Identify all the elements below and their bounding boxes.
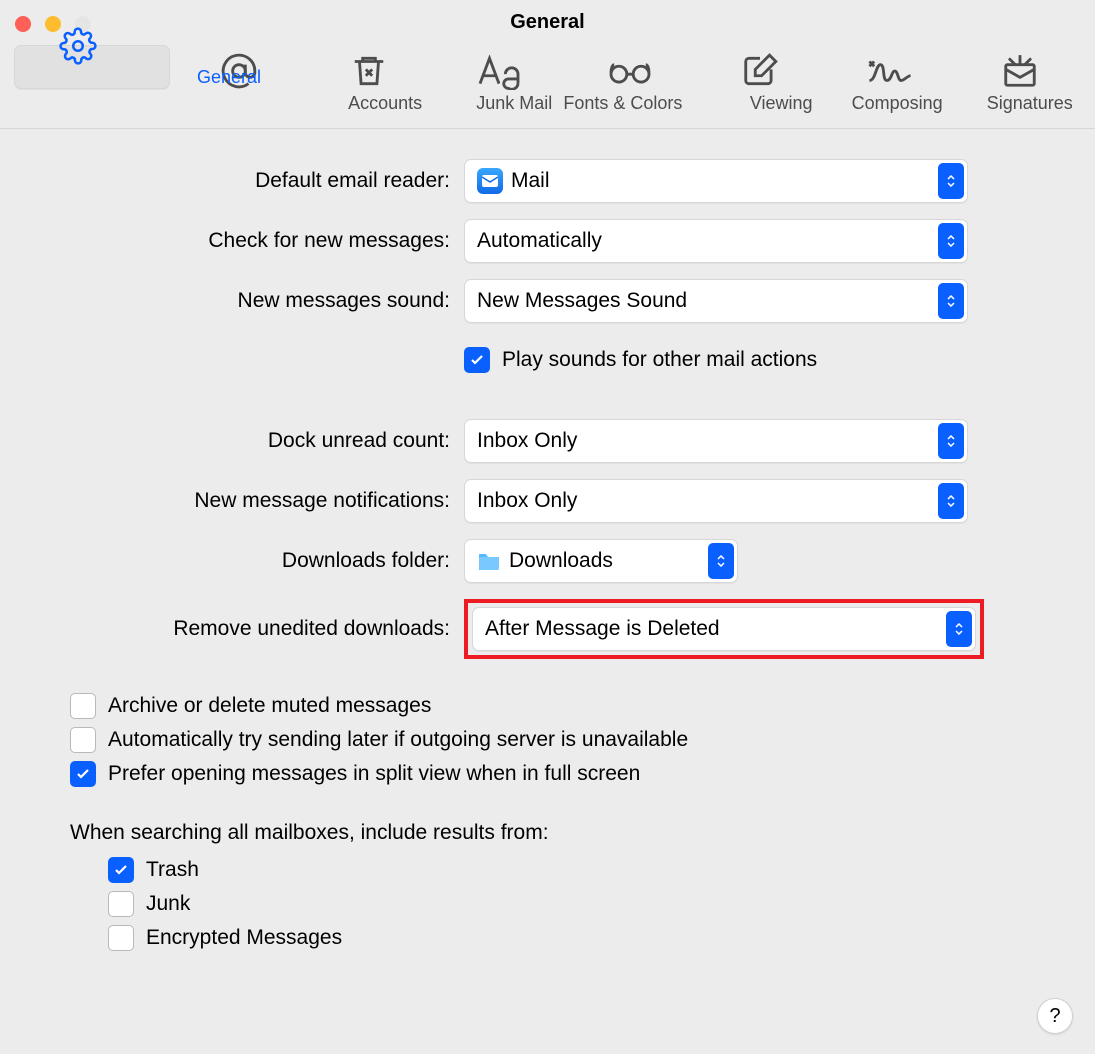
select-value: Inbox Only	[477, 489, 577, 513]
label-new-sound: New messages sound:	[70, 289, 464, 313]
chevron-up-down-icon	[938, 483, 964, 519]
help-button[interactable]: ?	[1037, 998, 1073, 1034]
label-check-new: Check for new messages:	[70, 229, 464, 253]
checkbox-split-view[interactable]: Prefer opening messages in split view wh…	[70, 761, 1025, 787]
chevron-up-down-icon	[938, 163, 964, 199]
tab-label: General	[0, 67, 275, 88]
tab-label: Rules	[823, 93, 1095, 114]
tab-general[interactable]: General	[14, 45, 170, 89]
label-remove-unedited: Remove unedited downloads:	[70, 617, 464, 641]
signature-icon	[865, 51, 915, 91]
checkbox-icon	[108, 891, 134, 917]
label-new-notif: New message notifications:	[70, 489, 464, 513]
checkbox-include-encrypted[interactable]: Encrypted Messages	[108, 925, 1025, 951]
checkbox-icon	[70, 761, 96, 787]
gear-icon	[59, 27, 97, 65]
preferences-window: General General Accounts Junk Mail Fonts…	[0, 0, 1095, 1054]
checkbox-label: Automatically try sending later if outgo…	[108, 728, 688, 752]
checkbox-icon	[70, 727, 96, 753]
close-window-button[interactable]	[15, 16, 31, 32]
window-title: General	[510, 11, 584, 34]
select-value: Inbox Only	[477, 429, 577, 453]
chevron-up-down-icon	[938, 283, 964, 319]
checkbox-label: Archive or delete muted messages	[108, 694, 431, 718]
checkbox-play-sounds[interactable]: Play sounds for other mail actions	[464, 347, 817, 373]
compose-icon	[741, 51, 779, 91]
label-default-reader: Default email reader:	[70, 169, 464, 193]
select-new-notif[interactable]: Inbox Only	[464, 479, 968, 523]
general-pane: Default email reader: Mail Check for new…	[0, 129, 1095, 979]
font-icon	[474, 51, 524, 91]
select-new-sound[interactable]: New Messages Sound	[464, 279, 968, 323]
chevron-up-down-icon	[938, 223, 964, 259]
checkbox-icon	[464, 347, 490, 373]
search-heading: When searching all mailboxes, include re…	[70, 821, 1025, 845]
checkbox-auto-retry[interactable]: Automatically try sending later if outgo…	[70, 727, 1025, 753]
preferences-toolbar: General Accounts Junk Mail Fonts & Color…	[0, 45, 1095, 129]
select-value: Downloads	[509, 549, 613, 573]
checkbox-archive-muted[interactable]: Archive or delete muted messages	[70, 693, 1025, 719]
chevron-up-down-icon	[946, 611, 972, 647]
select-dock-unread[interactable]: Inbox Only	[464, 419, 968, 463]
chevron-up-down-icon	[938, 423, 964, 459]
label-dock-unread: Dock unread count:	[70, 429, 464, 453]
select-value: After Message is Deleted	[485, 617, 720, 641]
checkbox-label: Trash	[146, 858, 199, 882]
select-value: Mail	[511, 169, 550, 193]
checkbox-label: Play sounds for other mail actions	[502, 348, 817, 372]
mail-app-icon	[477, 168, 503, 194]
select-value: New Messages Sound	[477, 289, 687, 313]
select-remove-unedited[interactable]: After Message is Deleted	[472, 607, 976, 651]
trash-x-icon	[350, 51, 388, 91]
tab-rules[interactable]: Rules	[959, 45, 1081, 118]
glasses-icon	[605, 51, 655, 91]
select-default-reader[interactable]: Mail	[464, 159, 968, 203]
checkbox-icon	[108, 857, 134, 883]
titlebar: General	[0, 0, 1095, 45]
rules-icon	[1001, 51, 1039, 91]
checkbox-label: Prefer opening messages in split view wh…	[108, 762, 640, 786]
select-downloads-folder[interactable]: Downloads	[464, 539, 738, 583]
select-value: Automatically	[477, 229, 602, 253]
label-downloads-folder: Downloads folder:	[70, 549, 464, 573]
checkbox-include-trash[interactable]: Trash	[108, 857, 1025, 883]
select-check-new[interactable]: Automatically	[464, 219, 968, 263]
chevron-up-down-icon	[708, 543, 734, 579]
checkbox-icon	[108, 925, 134, 951]
checkbox-icon	[70, 693, 96, 719]
folder-icon	[477, 551, 501, 571]
checkbox-label: Encrypted Messages	[146, 926, 342, 950]
checkbox-include-junk[interactable]: Junk	[108, 891, 1025, 917]
highlight-box: After Message is Deleted	[464, 599, 984, 659]
checkbox-label: Junk	[146, 892, 190, 916]
help-label: ?	[1049, 1005, 1060, 1028]
